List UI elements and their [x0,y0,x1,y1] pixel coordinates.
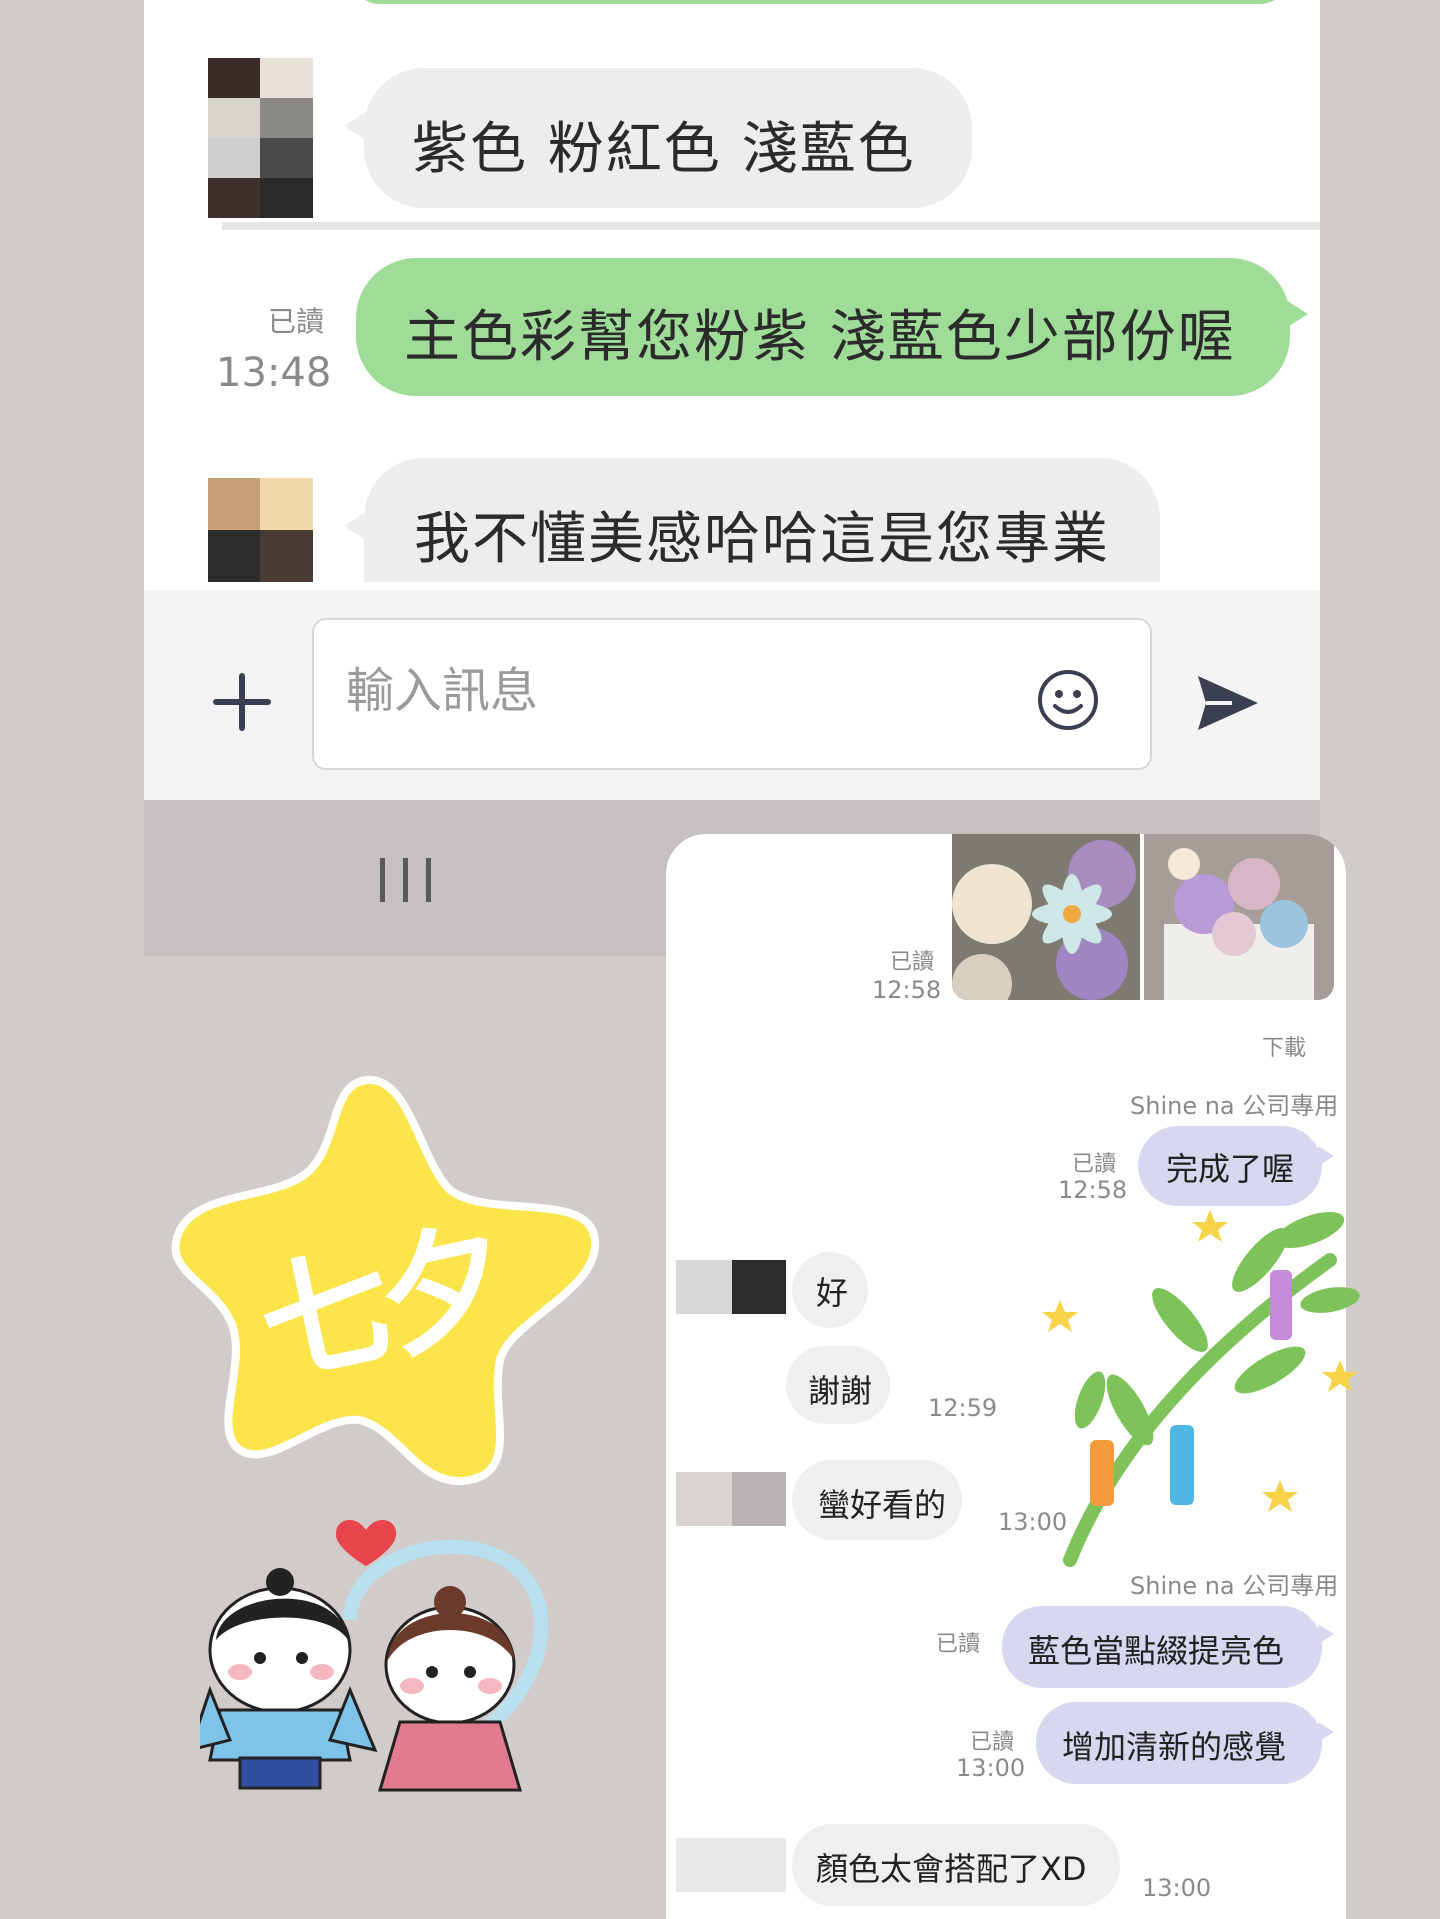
message-text: 顏色太會搭配了XD [816,1850,1087,1888]
screenshot-seam [222,222,1320,230]
flower-photo-2[interactable] [1144,834,1334,1000]
message-time: 12:58 [872,976,942,1004]
read-receipt: 已讀 [970,1730,1015,1755]
recent-apps-icon[interactable] [378,858,434,902]
flower-photo-1[interactable] [952,834,1140,1000]
sender-name: Shine na 公司專用 [1130,1572,1339,1600]
avatar[interactable] [208,58,313,218]
send-icon[interactable] [1192,668,1262,738]
avatar[interactable] [676,1260,732,1314]
message-text: 主色彩幫您粉紫 淺藍色少部份喔 [404,305,1236,370]
avatar[interactable] [676,1472,732,1526]
sender-name: Shine na 公司專用 [1130,1092,1339,1120]
bubble-tail [1318,1624,1334,1644]
message-time: 13:48 [216,350,332,396]
message-text: 好 [816,1274,849,1312]
message-text: 增加清新的感覺 [1062,1728,1287,1766]
avatar-pixel [732,1260,786,1314]
message-time: 13:00 [1142,1874,1212,1902]
message-text: 我不懂美感哈哈這是您專業 [414,507,1110,572]
couple-sticker [187,1500,600,1800]
read-receipt: 已讀 [1072,1152,1117,1177]
message-text: 蠻好看的 [818,1486,947,1524]
bubble-tail [1318,1722,1334,1742]
qixi-star-sticker: 七夕 [170,1070,600,1490]
avatar[interactable] [676,1838,786,1892]
read-receipt: 已讀 [890,950,935,975]
bubble-tail [1286,300,1308,328]
message-text: 完成了喔 [1166,1150,1295,1188]
message-text: 謝謝 [808,1372,873,1410]
message-time: 12:59 [928,1394,998,1422]
bubble-tail [1318,1146,1334,1166]
clipped-bubble [350,0,1290,4]
bubble-tail [344,112,366,140]
bubble-tail [344,512,366,540]
emoji-icon[interactable] [1036,668,1100,732]
plus-icon[interactable] [210,670,274,734]
message-input[interactable] [312,618,1152,770]
read-receipt: 已讀 [268,305,325,338]
read-receipt: 已讀 [936,1632,981,1657]
avatar[interactable] [208,478,313,582]
message-time: 13:00 [956,1754,1026,1782]
avatar-pixel [732,1472,786,1526]
message-text: 藍色當點綴提亮色 [1028,1632,1285,1670]
message-text: 紫色 粉紅色 淺藍色 [412,117,916,182]
bamboo-sticker [1030,1200,1360,1570]
download-link[interactable]: 下載 [1262,1030,1306,1062]
message-text-field[interactable] [344,660,1028,722]
